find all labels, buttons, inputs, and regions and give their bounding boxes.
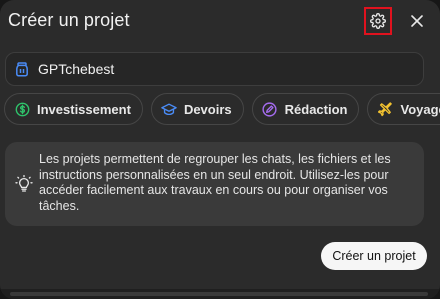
horizontal-scrollbar[interactable] (0, 289, 440, 299)
chip-devoirs[interactable]: Devoirs (150, 93, 244, 125)
settings-button[interactable] (364, 7, 392, 35)
category-chips: Investissement Devoirs Rédaction Voyag (4, 93, 440, 125)
scrollbar-thumb[interactable] (10, 292, 428, 296)
chip-redaction[interactable]: Rédaction (251, 93, 360, 125)
lightbulb-icon (15, 174, 33, 193)
chip-label: Devoirs (183, 101, 232, 117)
pen-icon (262, 101, 278, 117)
graduation-cap-icon (161, 101, 177, 117)
info-text: Les projets permettent de regrouper les … (39, 152, 391, 213)
info-box: Les projets permettent de regrouper les … (5, 142, 424, 226)
close-icon (411, 15, 423, 27)
project-name-input[interactable] (38, 61, 398, 77)
create-project-button[interactable]: Créer un projet (321, 242, 427, 270)
project-name-field[interactable] (5, 52, 424, 86)
chip-label: Rédaction (284, 101, 348, 117)
chip-label: Investissement (37, 101, 131, 117)
plane-icon (377, 101, 393, 117)
dialog-header: Créer un projet (0, 0, 440, 44)
create-project-dialog: Créer un projet GPTchebest Investissemen… (0, 0, 440, 299)
chip-label: Voyages (400, 101, 440, 117)
dollar-icon (14, 101, 30, 117)
gear-icon (370, 13, 386, 29)
close-button[interactable] (406, 10, 428, 32)
chip-investissement[interactable]: Investissement (4, 93, 143, 125)
jar-icon (14, 61, 30, 77)
chip-voyages[interactable]: Voyages (367, 93, 440, 125)
dialog-title: Créer un projet (8, 10, 130, 30)
